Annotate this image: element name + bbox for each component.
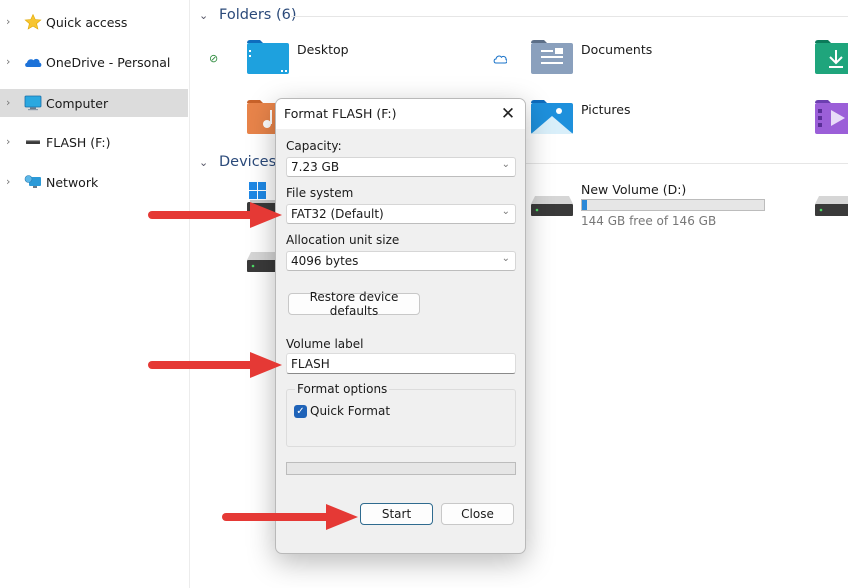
folder-label: Pictures bbox=[581, 102, 631, 117]
sidebar-item-label: Network bbox=[46, 174, 99, 190]
sidebar-item-label: FLASH (F:) bbox=[46, 134, 111, 150]
filesystem-value: FAT32 (Default) bbox=[291, 207, 384, 221]
cloud-icon bbox=[25, 58, 42, 67]
annotation-arrow-filesystem bbox=[148, 202, 282, 228]
folder-label: Documents bbox=[581, 42, 653, 57]
monitor-icon bbox=[24, 95, 42, 111]
volume-label-input[interactable]: FLASH bbox=[286, 353, 516, 374]
capacity-select[interactable]: 7.23 GB ⌄ bbox=[286, 157, 516, 177]
drive-free-space: 144 GB free of 146 GB bbox=[581, 214, 717, 228]
star-icon bbox=[24, 14, 42, 30]
dialog-title: Format FLASH (F:) bbox=[284, 106, 397, 121]
documents-folder-icon bbox=[531, 40, 573, 74]
sidebar-item-computer[interactable]: › Computer bbox=[0, 89, 188, 117]
hard-drive-icon bbox=[531, 196, 573, 216]
downloads-folder-icon bbox=[815, 40, 848, 74]
format-progress-bar bbox=[286, 462, 516, 475]
section-divider bbox=[291, 16, 848, 17]
sidebar-item-label: Computer bbox=[46, 95, 109, 111]
drive-e[interactable] bbox=[247, 250, 277, 280]
hard-drive-icon bbox=[815, 196, 848, 216]
drive-usage-bar bbox=[581, 199, 765, 211]
restore-defaults-button[interactable]: Restore device defaults bbox=[288, 290, 420, 318]
chevron-right-icon[interactable]: › bbox=[6, 136, 14, 147]
folder-downloads[interactable] bbox=[815, 40, 848, 80]
folder-videos[interactable] bbox=[815, 100, 848, 136]
quick-format-checkbox[interactable]: ✓ bbox=[294, 405, 307, 418]
filesystem-label: File system bbox=[286, 186, 354, 200]
folders-section-header[interactable]: ⌄ Folders (6) bbox=[199, 7, 297, 23]
sidebar-item-label: Quick access bbox=[46, 14, 128, 30]
navigation-pane: › Quick access › OneDrive - Personal › C… bbox=[0, 0, 190, 588]
chevron-down-icon: ⌄ bbox=[501, 253, 510, 264]
chevron-down-icon[interactable]: ⌄ bbox=[199, 156, 213, 169]
network-icon bbox=[24, 175, 41, 188]
sidebar-item-flash-drive[interactable]: › FLASH (F:) bbox=[0, 128, 188, 156]
desktop-folder-icon bbox=[247, 40, 289, 74]
capacity-value: 7.23 GB bbox=[291, 160, 340, 174]
drive-label: New Volume (D:) bbox=[581, 182, 687, 197]
sidebar-item-label: OneDrive - Personal bbox=[46, 54, 171, 70]
sidebar-item-onedrive[interactable]: › OneDrive - Personal bbox=[0, 48, 188, 76]
volume-label-value: FLASH bbox=[291, 357, 330, 371]
format-options-group: Format options ✓ Quick Format bbox=[286, 382, 516, 447]
file-explorer-window: › Quick access › OneDrive - Personal › C… bbox=[0, 0, 848, 588]
pictures-folder-icon bbox=[531, 100, 573, 134]
drive-new-volume-d[interactable]: New Volume (D:) 144 GB free of 146 GB bbox=[531, 182, 791, 232]
chevron-down-icon[interactable]: ⌄ bbox=[199, 9, 213, 22]
quick-format-label[interactable]: Quick Format bbox=[310, 404, 390, 418]
hard-drive-icon bbox=[247, 252, 277, 272]
drive-usage-fill bbox=[582, 200, 588, 210]
annotation-arrow-volume-label bbox=[148, 352, 282, 378]
format-options-label: Format options bbox=[295, 382, 390, 396]
chevron-down-icon: ⌄ bbox=[501, 206, 510, 217]
allocation-select[interactable]: 4096 bytes ⌄ bbox=[286, 251, 516, 271]
capacity-label: Capacity: bbox=[286, 139, 342, 153]
sync-check-icon: ⊘ bbox=[209, 52, 219, 65]
volume-label-label: Volume label bbox=[286, 337, 364, 351]
sidebar-item-quick-access[interactable]: › Quick access bbox=[0, 8, 188, 36]
section-divider bbox=[526, 163, 848, 164]
chevron-right-icon[interactable]: › bbox=[6, 97, 14, 108]
folder-documents[interactable]: Documents bbox=[531, 40, 731, 80]
chevron-right-icon[interactable]: › bbox=[6, 176, 14, 187]
sidebar-item-network[interactable]: › Network bbox=[0, 168, 188, 196]
filesystem-select[interactable]: FAT32 (Default) ⌄ bbox=[286, 204, 516, 224]
folder-desktop[interactable]: Desktop bbox=[247, 40, 447, 80]
annotation-arrow-start bbox=[222, 504, 358, 530]
chevron-right-icon[interactable]: › bbox=[6, 16, 14, 27]
chevron-right-icon[interactable]: › bbox=[6, 56, 14, 67]
allocation-value: 4096 bytes bbox=[291, 254, 359, 268]
videos-folder-icon bbox=[815, 100, 848, 134]
close-button[interactable]: Close bbox=[441, 503, 514, 525]
chevron-down-icon: ⌄ bbox=[501, 159, 510, 170]
usb-drive-icon bbox=[26, 140, 40, 144]
cloud-status-icon bbox=[493, 55, 507, 64]
start-button[interactable]: Start bbox=[360, 503, 433, 525]
folder-label: Desktop bbox=[297, 42, 349, 57]
drive-other[interactable] bbox=[815, 194, 848, 224]
dialog-title-bar[interactable]: Format FLASH (F:) ✕ bbox=[276, 99, 525, 129]
allocation-label: Allocation unit size bbox=[286, 233, 400, 247]
close-icon[interactable]: ✕ bbox=[497, 103, 519, 125]
folder-pictures[interactable]: Pictures bbox=[531, 100, 731, 140]
folders-header-label: Folders (6) bbox=[219, 7, 297, 23]
format-dialog: Format FLASH (F:) ✕ Capacity: 7.23 GB ⌄ … bbox=[275, 98, 526, 554]
